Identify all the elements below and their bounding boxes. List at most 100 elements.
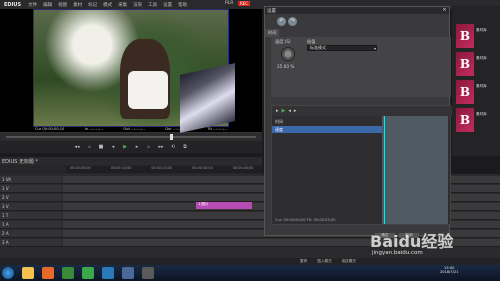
dialog-titlebar[interactable]: 设置 (265, 7, 449, 14)
status-left: 暂停 (300, 259, 308, 263)
interp-select[interactable]: 标准模式 ▾ (307, 45, 377, 51)
track-name: 2 A (2, 231, 9, 236)
track-header[interactable]: 1 A (0, 221, 62, 229)
menu-tools[interactable]: 工具 (145, 2, 160, 8)
tab-time[interactable]: 时间 (265, 29, 280, 37)
speed-knob[interactable] (281, 47, 295, 61)
play-button[interactable]: ▶ (121, 144, 129, 151)
dialog-close-button[interactable]: × (441, 7, 448, 14)
keyframe-row-label: 速度 (275, 126, 283, 132)
rec-mode-button[interactable]: REC (238, 1, 251, 6)
timeline-header: EDIUS 无标题 * (0, 157, 262, 165)
ruler-mark: 00:00:10;00 (110, 166, 132, 170)
keyframe-toolbar: ▸ ▶ ◂ ▸ (272, 106, 452, 116)
menu-help[interactable]: 帮助 (175, 2, 190, 8)
taskbar (0, 265, 500, 281)
speed-value: 25.00 % (277, 64, 295, 69)
taskbar-clock[interactable]: 15:00 2018/7/21 (440, 266, 458, 274)
app-icon[interactable] (62, 267, 74, 279)
timeline-clip-image[interactable]: 1.图片 (196, 202, 252, 209)
app-logo: EDIUS (4, 1, 22, 8)
add-keyframe-icon[interactable]: ▸ (276, 108, 279, 114)
keyframe-row[interactable]: 时间 (272, 118, 382, 125)
loop-button[interactable]: ⟲ (169, 144, 177, 151)
menu-edit[interactable]: 编辑 (40, 2, 55, 8)
player-window: Cur 00:00:00;10 In --:--:--;-- Out --:--… (0, 9, 262, 133)
scrub-handle[interactable] (170, 134, 173, 140)
explorer-icon[interactable] (22, 267, 34, 279)
keyframe-row[interactable]: 速度 (272, 126, 382, 133)
menu-file[interactable]: 文件 (25, 2, 40, 8)
keyframe-graph[interactable] (382, 116, 448, 224)
track-name: 1 T (2, 213, 9, 218)
play-keyframe-icon[interactable]: ▶ (282, 108, 286, 114)
speed-label: 速度 (S) (275, 39, 291, 44)
track-name: 3 V (2, 204, 9, 209)
time-ruler[interactable]: 00:00:00;00 00:00:10;00 00:00:20;00 00:0… (66, 166, 262, 173)
status-mid: 插入模式 (317, 259, 332, 263)
bin-item-label: 素材库 (476, 84, 487, 88)
menu-view[interactable]: 视图 (55, 2, 70, 8)
bin-thumbnail[interactable]: B (456, 24, 474, 48)
track-header[interactable]: 2 V (0, 194, 62, 202)
firefox-icon[interactable] (42, 267, 54, 279)
preview-overlay-image (180, 63, 235, 133)
step-forward-button[interactable]: ▹ (145, 144, 153, 151)
track-name: 1 A (2, 222, 9, 227)
ruler-mark: 00:00:00;00 (70, 166, 91, 170)
transport-controls: ◂◂ ◃ ■ ◂ ▶ ▸ ▹ ▸▸ ⟲ ⧉ (0, 141, 262, 153)
track-header[interactable]: 1 VA (0, 176, 62, 184)
keyframe-status: Cur: 00:00:00;00 Ttl: 00:00:05;00 (272, 218, 392, 224)
keyframe-panel: ▸ ▶ ◂ ▸ 时间 速度 Cur: 00:00:00;00 Ttl: 00:0… (271, 105, 452, 225)
track-header[interactable]: 1 V (0, 185, 62, 193)
timeline-title: EDIUS 无标题 * (2, 158, 38, 165)
undo-icon[interactable]: ↶ (277, 16, 286, 26)
stop-button[interactable]: ■ (97, 144, 105, 151)
start-button[interactable] (2, 267, 14, 279)
app-icon[interactable] (122, 267, 134, 279)
redo-icon[interactable]: ↷ (288, 16, 297, 26)
track-name: 1 V (2, 186, 9, 191)
speed-panel: 速度 (S) 25.00 % 插值 标准模式 ▾ (271, 37, 451, 97)
app-icon[interactable] (82, 267, 94, 279)
prev-frame-button[interactable]: ◃ (85, 144, 93, 151)
fast-forward-button[interactable]: ▸▸ (157, 144, 165, 151)
watermark: Baidu经验 (370, 232, 454, 251)
watermark-url: jingyan.baidu.com (372, 250, 423, 256)
menu-clip[interactable]: 素材 (70, 2, 85, 8)
bin-thumbnail[interactable]: B (456, 80, 474, 104)
track-header[interactable]: 2 A (0, 230, 62, 238)
next-frame-button[interactable]: ▸ (133, 144, 141, 151)
app-icon[interactable] (142, 267, 154, 279)
track-header[interactable]: 3 A (0, 239, 62, 247)
bin-item-label: 素材库 (476, 56, 487, 60)
asset-bin: B 素材库 B 素材库 B 素材库 B 素材库 (452, 6, 500, 156)
bin-thumbnail[interactable]: B (456, 52, 474, 76)
ruler-mark: 00:00:30;00 (192, 166, 213, 170)
menu-settings[interactable]: 设置 (160, 2, 175, 8)
player-mode-button[interactable]: PLR (225, 1, 233, 6)
track-header[interactable]: 1 T (0, 212, 62, 220)
scrub-track[interactable] (6, 136, 256, 138)
next-keyframe-icon[interactable]: ▸ (294, 108, 297, 114)
track-header[interactable]: 3 V (0, 203, 62, 211)
menu-render[interactable]: 渲染 (130, 2, 145, 8)
kf-status-cur: Cur: 00:00:00;00 (275, 218, 306, 222)
keyframe-row-label: 时间 (275, 118, 283, 124)
track-name: 1 VA (2, 177, 12, 182)
reverse-button[interactable]: ◂ (109, 144, 117, 151)
keyframe-cursor[interactable] (384, 116, 385, 224)
menu-mode[interactable]: 模式 (100, 2, 115, 8)
prev-keyframe-icon[interactable]: ◂ (288, 108, 291, 114)
menu-marker[interactable]: 标记 (85, 2, 100, 8)
rewind-button[interactable]: ◂◂ (73, 144, 81, 151)
dialog-title: 设置 (267, 8, 276, 14)
menu-capture[interactable]: 采集 (115, 2, 130, 8)
track-name: 3 A (2, 240, 9, 245)
bin-thumbnail[interactable]: B (456, 108, 474, 132)
preview-subject-shirt (128, 71, 168, 109)
overlay-button[interactable]: ⧉ (181, 144, 189, 151)
app-icon[interactable] (102, 267, 114, 279)
chevron-down-icon: ▾ (373, 45, 376, 51)
bin-item-label: 素材库 (476, 112, 487, 116)
